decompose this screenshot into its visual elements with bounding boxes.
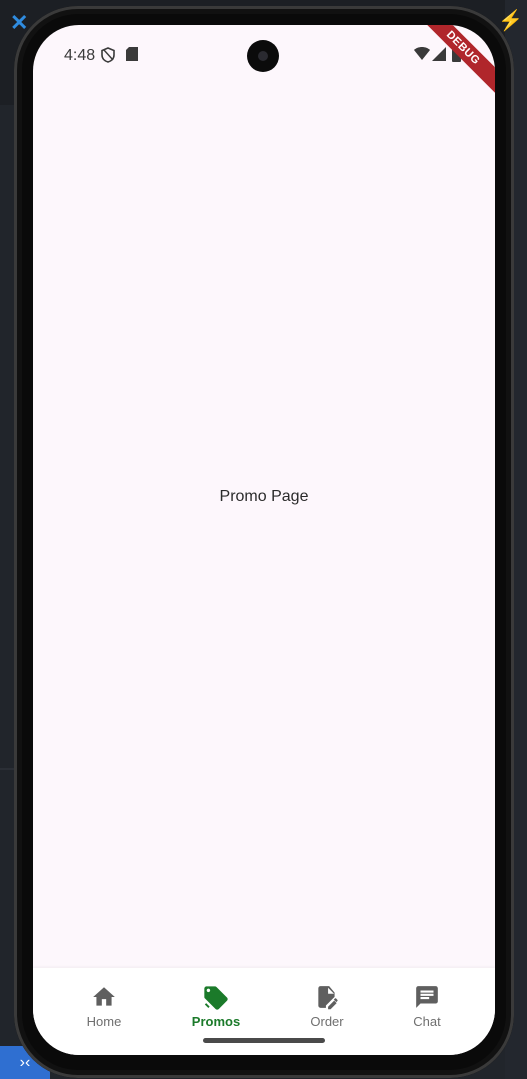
nav-label-home: Home	[86, 1014, 122, 1029]
nav-item-chat[interactable]: Chat	[377, 984, 477, 1044]
page-content-label: Promo Page	[219, 488, 309, 505]
chat-icon	[377, 984, 477, 1012]
nav-item-promos[interactable]: Promos	[166, 984, 266, 1044]
shield-icon	[101, 47, 115, 66]
nav-label-chat: Chat	[413, 1014, 441, 1029]
front-camera	[247, 40, 279, 72]
nav-label-promos: Promos	[191, 1014, 241, 1029]
sd-card-icon	[126, 47, 138, 64]
app-screen: 4:48 DEBUG Promo Page Home Promos Order …	[33, 25, 495, 1055]
signal-icon	[432, 47, 446, 64]
wifi-icon	[414, 47, 430, 63]
status-bar: 4:48 DEBUG	[33, 25, 495, 97]
gesture-home-indicator[interactable]	[203, 1038, 325, 1043]
nav-item-order[interactable]: Order	[277, 984, 377, 1044]
edit-document-icon	[277, 984, 377, 1012]
home-icon	[54, 984, 154, 1012]
nav-label-order: Order	[310, 1014, 344, 1029]
lightning-icon: ⚡	[498, 10, 523, 32]
bottom-navigation-bar: Home Promos Order Chat	[33, 968, 495, 1055]
status-time: 4:48	[64, 47, 96, 64]
nav-item-home[interactable]: Home	[54, 984, 154, 1044]
tag-icon	[166, 984, 266, 1012]
